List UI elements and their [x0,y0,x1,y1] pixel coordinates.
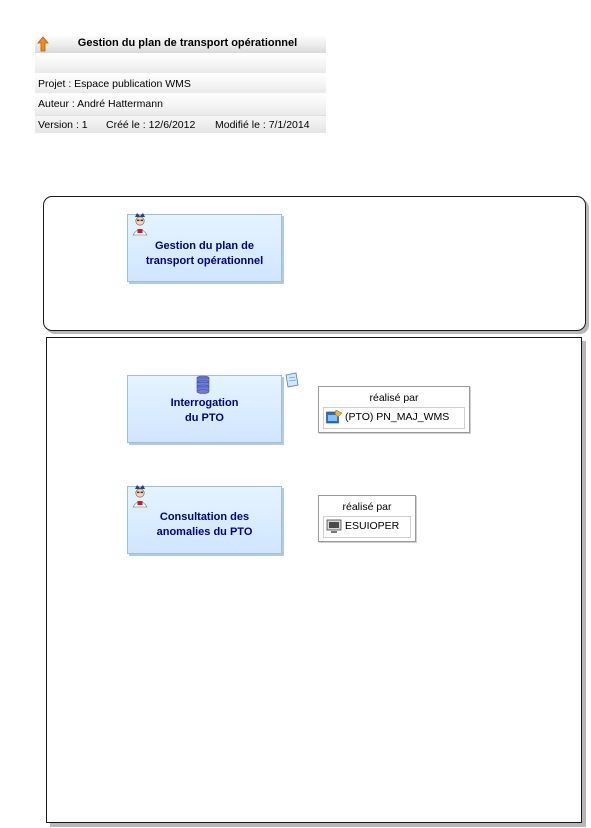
database-icon [196,375,210,394]
person-icon [132,485,148,508]
top-frame [43,196,586,331]
realise-par-title: réalisé par [342,501,392,513]
realise-par-item-label: (PTO) PN_MAJ_WMS [345,411,450,423]
header-auteur-row: Auteur : André Hattermann [35,93,326,115]
version-text: Version : 1 [38,119,88,131]
application-icon [326,410,342,424]
created-date-text: Créé le : 12/6/2012 [106,119,196,131]
modified-date-text: Modifié le : 7/1/2014 [215,119,310,131]
process-label-line1: Gestion du plan de [154,240,254,252]
realise-par-box[interactable]: réalisé par ESUIOPER [318,495,416,542]
process-label-line2: transport opérationnel [145,255,264,267]
process-label-line1: Interrogation [170,397,239,409]
projet-text: Projet : Espace publication WMS [38,78,191,90]
process-consultation-anomalies[interactable]: Consultation des anomalies du PTO [127,485,282,554]
realise-par-box[interactable]: réalisé par (PTO) PN_MAJ_WMS [318,386,470,433]
header-version-row: Version : 1 Créé le : 12/6/2012 Modifié … [35,115,326,133]
realise-par-title: réalisé par [369,392,419,404]
process-label-line1: Consultation des [159,511,250,523]
realise-par-item-label: ESUIOPER [345,520,400,532]
header-spacer [35,53,326,73]
auteur-text: Auteur : André Hattermann [38,98,163,110]
process-label-line2: anomalies du PTO [156,526,253,538]
note-icon[interactable] [285,372,299,388]
person-icon [132,213,148,236]
realise-par-item[interactable]: ESUIOPER [323,516,411,538]
process-gestion-plan[interactable]: Gestion du plan de transport opérationne… [127,213,282,282]
header-title-bar: Gestion du plan de transport opérationne… [35,35,326,53]
realise-par-item[interactable]: (PTO) PN_MAJ_WMS [323,407,465,429]
process-interrogation-pto[interactable]: Interrogation du PTO [127,375,282,443]
process-label-line2: du PTO [185,412,224,424]
page-title: Gestion du plan de transport opérationne… [77,37,298,49]
screen-icon [326,519,342,533]
header-projet-row: Projet : Espace publication WMS [35,73,326,93]
